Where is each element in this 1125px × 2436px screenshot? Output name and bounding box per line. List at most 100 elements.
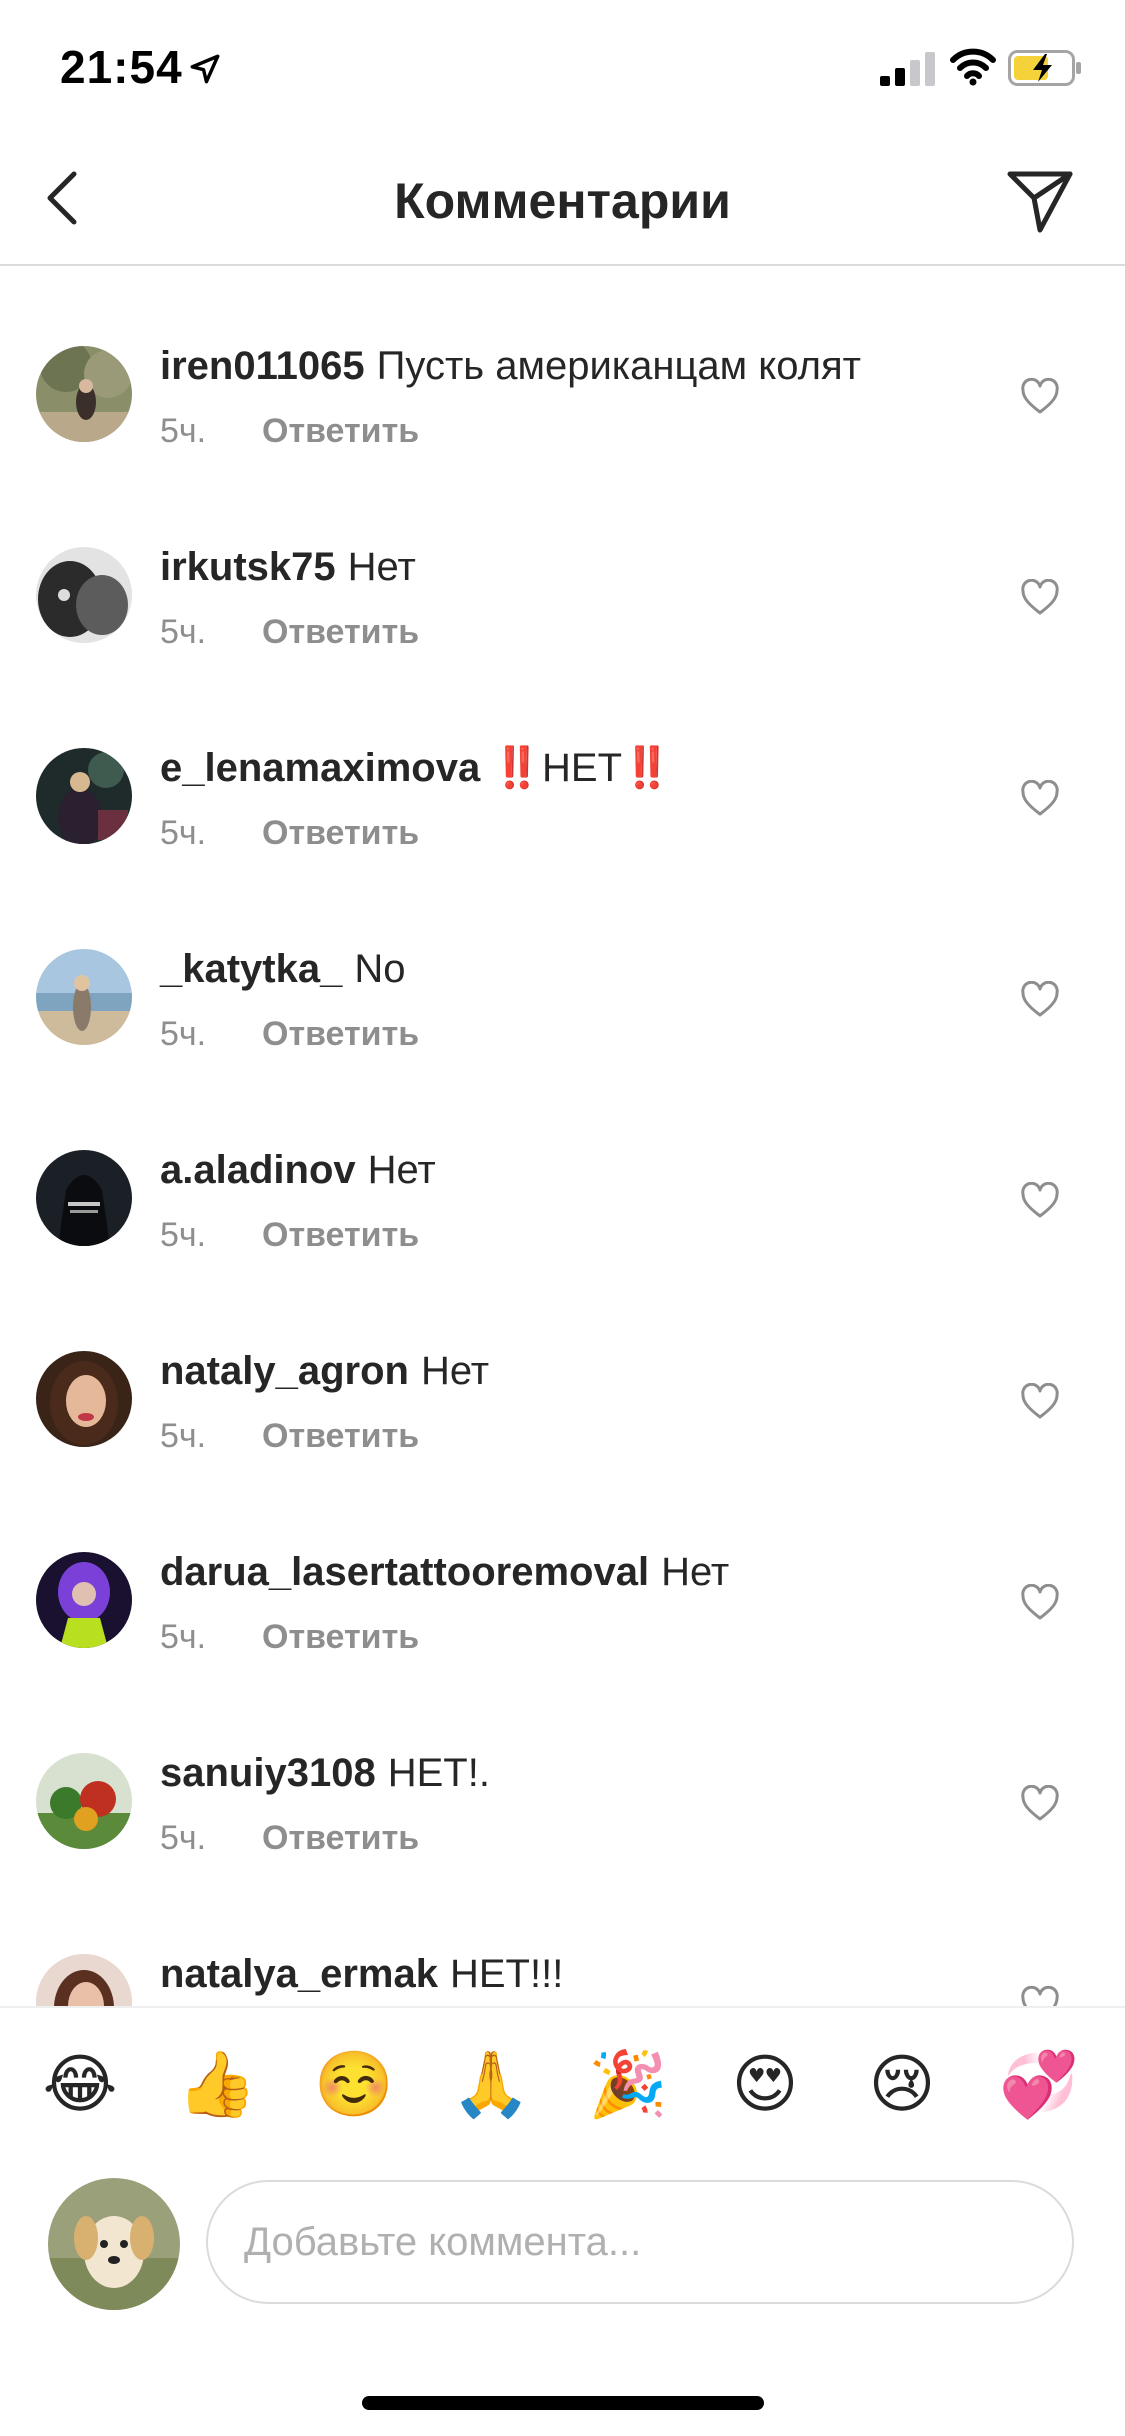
comment-body: Нет bbox=[347, 545, 416, 589]
emoji-bar: 😂 👍 ☺️ 🙏 🎉 😍 😢 💞 bbox=[0, 2006, 1125, 2174]
location-arrow-icon bbox=[190, 54, 220, 84]
heart-icon[interactable] bbox=[1020, 780, 1060, 818]
avatar[interactable] bbox=[36, 1552, 132, 1648]
username-link[interactable]: sanuiy3108 bbox=[160, 1751, 376, 1795]
comment-item: e_lenamaximova ‼️НЕТ‼️ 5ч. Ответить bbox=[0, 668, 1125, 868]
comment-meta: 5ч. Ответить bbox=[160, 412, 419, 451]
username-link[interactable]: nataly_agron bbox=[160, 1349, 409, 1393]
comment-item: natalya_ermak НЕТ!!! bbox=[0, 1874, 1125, 2006]
comment-time: 5ч. bbox=[160, 1015, 207, 1053]
comment-body: НЕТ!. bbox=[387, 1751, 490, 1795]
reply-button[interactable]: Ответить bbox=[262, 814, 419, 852]
avatar[interactable] bbox=[36, 547, 132, 643]
emoji-button[interactable]: 😍 bbox=[725, 2044, 805, 2124]
comment-time: 5ч. bbox=[160, 412, 207, 450]
comment-meta: 5ч. Ответить bbox=[160, 1417, 419, 1456]
avatar[interactable] bbox=[36, 1150, 132, 1246]
avatar[interactable] bbox=[36, 1351, 132, 1447]
comment-text: sanuiy3108 НЕТ!. bbox=[160, 1749, 490, 1797]
cellular-signal-icon bbox=[880, 52, 935, 86]
comment-meta: 5ч. Ответить bbox=[160, 613, 419, 652]
comment-item: a.aladinov Нет 5ч. Ответить bbox=[0, 1070, 1125, 1270]
comment-meta: 5ч. Ответить bbox=[160, 1819, 419, 1858]
direct-message-icon[interactable] bbox=[1004, 164, 1076, 236]
comment-meta: 5ч. Ответить bbox=[160, 1618, 419, 1657]
comment-item: iren011065 Пусть американцам колят 5ч. Отв… bbox=[0, 266, 1125, 466]
comment-meta: 5ч. Ответить bbox=[160, 1216, 419, 1255]
emoji-button[interactable]: 😂 bbox=[40, 2044, 120, 2124]
comment-text: natalya_ermak НЕТ!!! bbox=[160, 1950, 563, 1998]
comment-time: 5ч. bbox=[160, 1417, 207, 1455]
heart-icon[interactable] bbox=[1020, 378, 1060, 416]
comment-text: e_lenamaximova ‼️НЕТ‼️ bbox=[160, 744, 672, 792]
comment-text: iren011065 Пусть американцам колят bbox=[160, 342, 861, 390]
reply-button[interactable]: Ответить bbox=[262, 613, 419, 651]
emoji-button[interactable]: 🙏 bbox=[451, 2044, 531, 2124]
username-link[interactable]: irkutsk75 bbox=[160, 545, 336, 589]
username-link[interactable]: _katytka_ bbox=[160, 947, 342, 991]
comment-item: nataly_agron Нет 5ч. Ответить bbox=[0, 1271, 1125, 1471]
status-bar: 21:54 bbox=[0, 0, 1125, 140]
reply-button[interactable]: Ответить bbox=[262, 1819, 419, 1857]
avatar[interactable] bbox=[36, 1954, 132, 2006]
emoji-button[interactable]: 😢 bbox=[862, 2044, 942, 2124]
comment-item: _katytka_ No 5ч. Ответить bbox=[0, 869, 1125, 1069]
comment-time: 5ч. bbox=[160, 814, 207, 852]
comment-text: irkutsk75 Нет bbox=[160, 543, 416, 591]
comment-text: nataly_agron Нет bbox=[160, 1347, 489, 1395]
username-link[interactable]: a.aladinov bbox=[160, 1148, 356, 1192]
comment-text: darua_lasertattooremoval Нет bbox=[160, 1548, 729, 1596]
comment-body: ‼️НЕТ‼️ bbox=[492, 746, 672, 790]
username-link[interactable]: natalya_ermak bbox=[160, 1952, 438, 1996]
heart-icon[interactable] bbox=[1020, 981, 1060, 1019]
avatar[interactable] bbox=[36, 949, 132, 1045]
battery-charging-icon bbox=[1008, 50, 1081, 86]
username-link[interactable]: darua_lasertattooremoval bbox=[160, 1550, 649, 1594]
reply-button[interactable]: Ответить bbox=[262, 1015, 419, 1053]
home-indicator[interactable] bbox=[362, 2396, 764, 2410]
heart-icon[interactable] bbox=[1020, 1182, 1060, 1220]
username-link[interactable]: e_lenamaximova bbox=[160, 746, 480, 790]
emoji-button[interactable]: ☺️ bbox=[314, 2044, 394, 2124]
comment-time: 5ч. bbox=[160, 613, 207, 651]
emoji-button[interactable]: 🎉 bbox=[588, 2044, 668, 2124]
comment-body: Пусть американцам колят bbox=[376, 344, 861, 388]
reply-button[interactable]: Ответить bbox=[262, 412, 419, 450]
emoji-button[interactable]: 👍 bbox=[177, 2044, 257, 2124]
heart-icon[interactable] bbox=[1020, 1986, 1060, 2006]
comment-text: a.aladinov Нет bbox=[160, 1146, 436, 1194]
status-time: 21:54 bbox=[60, 41, 183, 93]
comment-time: 5ч. bbox=[160, 1216, 207, 1254]
comment-item: sanuiy3108 НЕТ!. 5ч. Ответить bbox=[0, 1673, 1125, 1873]
comment-body: Нет bbox=[661, 1550, 730, 1594]
page-title: Комментарии bbox=[394, 173, 731, 229]
comment-input[interactable] bbox=[206, 2180, 1074, 2304]
wifi-icon bbox=[950, 48, 996, 86]
heart-icon[interactable] bbox=[1020, 579, 1060, 617]
heart-icon[interactable] bbox=[1020, 1785, 1060, 1823]
reply-button[interactable]: Ответить bbox=[262, 1216, 419, 1254]
comment-meta: 5ч. Ответить bbox=[160, 814, 419, 853]
username-link[interactable]: iren011065 bbox=[160, 344, 365, 388]
comment-body: Нет bbox=[367, 1148, 436, 1192]
comment-meta: 5ч. Ответить bbox=[160, 1015, 419, 1054]
comment-time: 5ч. bbox=[160, 1819, 207, 1857]
current-user-avatar bbox=[48, 2178, 180, 2310]
comment-text: _katytka_ No bbox=[160, 945, 406, 993]
comment-item: darua_lasertattooremoval Нет 5ч. Ответить bbox=[0, 1472, 1125, 1672]
reply-button[interactable]: Ответить bbox=[262, 1417, 419, 1455]
comment-body: No bbox=[354, 947, 406, 991]
comment-body: Нет bbox=[420, 1349, 490, 1393]
comment-body: НЕТ!!! bbox=[449, 1952, 564, 1996]
avatar[interactable] bbox=[36, 1753, 132, 1849]
emoji-button[interactable]: 💞 bbox=[999, 2044, 1079, 2124]
header-bar: Комментарии bbox=[0, 140, 1125, 266]
reply-button[interactable]: Ответить bbox=[262, 1618, 419, 1656]
heart-icon[interactable] bbox=[1020, 1584, 1060, 1622]
comments-list[interactable]: iren011065 Пусть американцам колят 5ч. Отв… bbox=[0, 266, 1125, 2006]
comment-item: irkutsk75 Нет 5ч. Ответить bbox=[0, 467, 1125, 667]
comment-time: 5ч. bbox=[160, 1618, 207, 1656]
avatar[interactable] bbox=[36, 346, 132, 442]
avatar[interactable] bbox=[36, 748, 132, 844]
heart-icon[interactable] bbox=[1020, 1383, 1060, 1421]
